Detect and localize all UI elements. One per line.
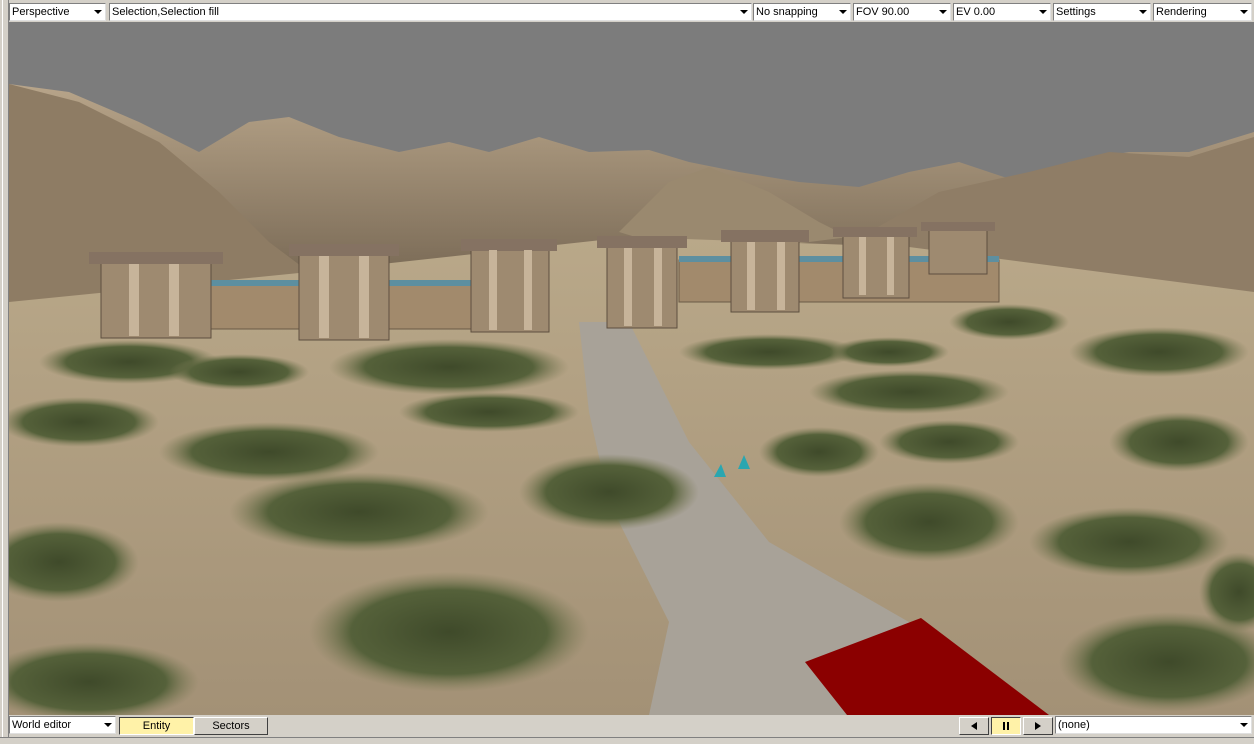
triangle-right-icon — [1035, 722, 1041, 730]
ev-dropdown[interactable]: EV 0.00 — [953, 3, 1051, 21]
top-toolbar: Perspective Selection,Selection fill No … — [9, 3, 1254, 22]
window-bottom-border — [0, 737, 1254, 744]
chevron-down-icon — [1139, 10, 1147, 14]
ev-label: EV 0.00 — [956, 6, 996, 18]
chevron-down-icon — [104, 723, 112, 727]
chevron-down-icon — [839, 10, 847, 14]
selection-mode-label: Selection,Selection fill — [112, 6, 220, 18]
next-button[interactable] — [1023, 717, 1053, 735]
tab-entity[interactable]: Entity — [119, 717, 194, 735]
chevron-down-icon — [94, 10, 102, 14]
view-mode-dropdown[interactable]: Perspective — [9, 3, 106, 21]
triangle-left-icon — [971, 722, 977, 730]
rendering-dropdown[interactable]: Rendering — [1153, 3, 1252, 21]
rendering-label: Rendering — [1156, 6, 1207, 18]
fov-label: FOV 90.00 — [856, 6, 910, 18]
chevron-down-icon — [1240, 10, 1248, 14]
settings-dropdown[interactable]: Settings — [1053, 3, 1151, 21]
view-mode-label: Perspective — [12, 6, 70, 18]
tab-sectors[interactable]: Sectors — [194, 717, 268, 735]
fov-dropdown[interactable]: FOV 90.00 — [853, 3, 951, 21]
snapping-label: No snapping — [756, 6, 818, 18]
editor-mode-label: World editor — [12, 719, 72, 731]
selection-dropdown[interactable]: (none) — [1055, 716, 1252, 734]
window-left-border — [0, 0, 9, 744]
selection-mode-dropdown[interactable]: Selection,Selection fill — [109, 3, 752, 21]
chevron-down-icon — [1039, 10, 1047, 14]
settings-label: Settings — [1056, 6, 1096, 18]
selection-dropdown-label: (none) — [1058, 719, 1090, 731]
bottom-toolbar: World editor Entity Sectors (none) — [9, 716, 1254, 736]
tab-sectors-label: Sectors — [212, 720, 250, 732]
chevron-down-icon — [939, 10, 947, 14]
snapping-dropdown[interactable]: No snapping — [753, 3, 851, 21]
scene-render — [9, 22, 1254, 715]
chevron-down-icon — [740, 10, 748, 14]
3d-viewport[interactable] — [9, 22, 1254, 715]
pause-icon — [1003, 722, 1009, 730]
prev-button[interactable] — [959, 717, 989, 735]
chevron-down-icon — [1240, 723, 1248, 727]
editor-mode-dropdown[interactable]: World editor — [9, 716, 116, 734]
pause-button[interactable] — [991, 717, 1021, 735]
tab-entity-label: Entity — [142, 720, 171, 732]
